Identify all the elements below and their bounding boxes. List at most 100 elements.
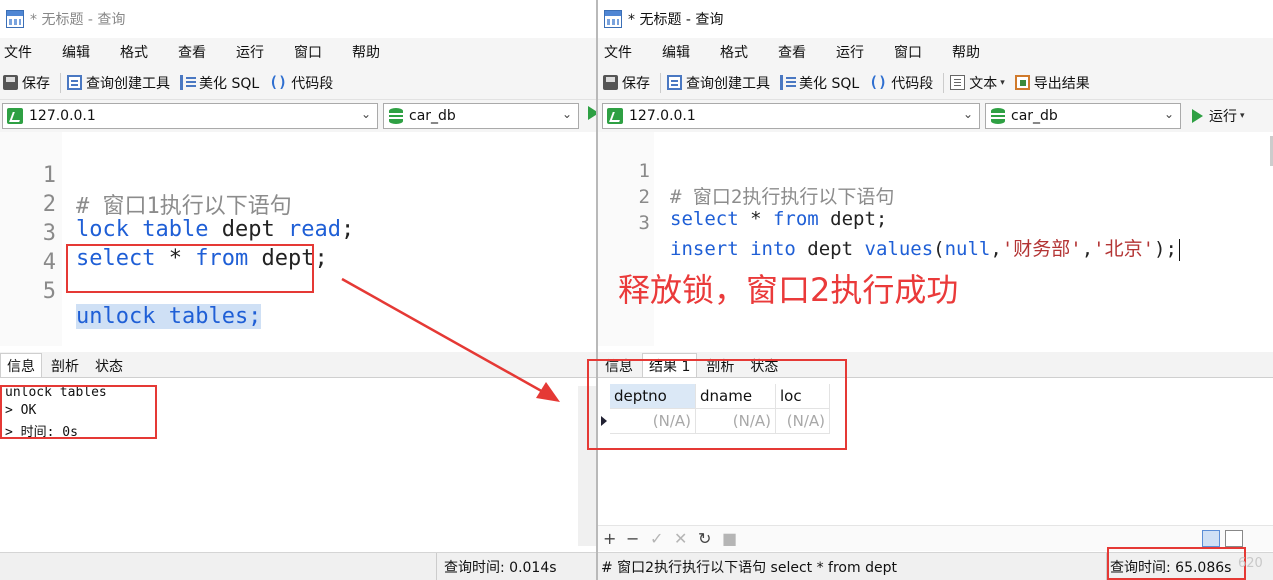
menu-format[interactable]: 格式 bbox=[116, 42, 148, 62]
database-value: car_db bbox=[409, 108, 456, 124]
tab-info[interactable]: 信息 bbox=[598, 353, 640, 377]
connection-value: 127.0.0.1 bbox=[629, 108, 696, 124]
tab-status[interactable]: 状态 bbox=[88, 353, 130, 377]
menu-run[interactable]: 运行 bbox=[232, 42, 264, 62]
table-icon bbox=[604, 10, 622, 28]
toolbar-separator bbox=[60, 72, 61, 93]
left-connection-bar: 127.0.0.1 ⌄ car_db ⌄ bbox=[0, 100, 596, 132]
run-button-partial[interactable] bbox=[588, 106, 596, 120]
text-cursor bbox=[1178, 238, 1180, 261]
menu-run[interactable]: 运行 bbox=[832, 42, 864, 62]
save-button[interactable]: 保存 bbox=[603, 73, 650, 93]
menu-view[interactable]: 查看 bbox=[774, 42, 806, 62]
query-builder-button[interactable]: 查询创建工具 bbox=[667, 73, 770, 93]
connection-icon bbox=[7, 108, 23, 124]
table-cell[interactable]: (N/A) bbox=[696, 409, 776, 434]
result-grid: deptno dname loc (N/A) (N/A) (N/A) bbox=[598, 384, 1273, 525]
export-results-button[interactable]: 导出结果 bbox=[1014, 73, 1090, 93]
code-snippet-icon: () bbox=[869, 73, 888, 91]
menu-window[interactable]: 窗口 bbox=[290, 42, 322, 62]
save-label: 保存 bbox=[622, 75, 650, 92]
text-mode-label: 文本 bbox=[969, 75, 998, 92]
tab-info[interactable]: 信息 bbox=[0, 353, 42, 377]
database-value: car_db bbox=[1011, 108, 1058, 124]
column-header-dname[interactable]: dname bbox=[696, 384, 776, 409]
column-header-deptno[interactable]: deptno bbox=[610, 384, 696, 409]
left-result-tabs: 信息 剖析 状态 bbox=[0, 352, 596, 378]
menu-file[interactable]: 文件 bbox=[600, 42, 632, 62]
right-sql-editor[interactable]: 1 # 窗口2执行执行以下语句 2 select * from dept; 3 … bbox=[598, 132, 1273, 346]
right-window-title: * 无标题 - 查询 bbox=[628, 12, 724, 28]
delete-record-button[interactable]: − bbox=[626, 529, 639, 548]
beautify-icon bbox=[180, 75, 196, 90]
right-titlebar: * 无标题 - 查询 bbox=[598, 0, 1273, 38]
left-message-area: unlock tables > OK > 时间: 0s bbox=[0, 378, 596, 552]
beautify-sql-button[interactable]: 美化 SQL bbox=[780, 73, 859, 93]
add-record-button[interactable]: + bbox=[603, 529, 616, 548]
code-line-1: 1 # 窗口1执行以下语句 bbox=[42, 163, 292, 219]
code-line-3: 3 select * from dept; bbox=[42, 221, 328, 271]
text-icon bbox=[950, 75, 966, 90]
left-query-time: 查询时间: 0.014s bbox=[444, 560, 557, 576]
current-row-marker-icon bbox=[601, 416, 607, 426]
code-snippet-button[interactable]: () 代码段 bbox=[269, 73, 333, 93]
menu-format[interactable]: 格式 bbox=[716, 42, 748, 62]
beautify-label: 美化 SQL bbox=[799, 75, 860, 92]
toolbar-separator bbox=[660, 72, 661, 93]
tab-profile[interactable]: 剖析 bbox=[44, 353, 86, 377]
database-select[interactable]: car_db ⌄ bbox=[985, 103, 1181, 129]
menu-view[interactable]: 查看 bbox=[174, 42, 206, 62]
code-line-3: 3 insert into dept values(null,'财务部','北京… bbox=[598, 190, 1273, 261]
grid-view-icon[interactable] bbox=[1202, 530, 1220, 547]
left-sql-editor[interactable]: 1 # 窗口1执行以下语句 2 lock table dept read; 3 … bbox=[0, 132, 596, 346]
right-menubar: 文件 编辑 格式 查看 运行 窗口 帮助 bbox=[598, 38, 1273, 66]
export-icon bbox=[1014, 75, 1030, 90]
left-toolbar: 保存 查询创建工具 美化 SQL () 代码段 bbox=[0, 66, 596, 100]
tab-status[interactable]: 状态 bbox=[743, 353, 785, 377]
connection-select[interactable]: 127.0.0.1 ⌄ bbox=[2, 103, 378, 129]
code-snippet-button[interactable]: () 代码段 bbox=[869, 73, 933, 93]
code-line-2: 2 lock table dept read; bbox=[42, 192, 355, 242]
right-connection-bar: 127.0.0.1 ⌄ car_db ⌄ 运行 ▾ bbox=[598, 100, 1273, 132]
vertical-scrollbar[interactable] bbox=[578, 386, 596, 546]
status-separator bbox=[436, 553, 437, 580]
database-icon bbox=[389, 108, 403, 124]
chevron-down-icon: ⌄ bbox=[360, 107, 371, 121]
menu-help[interactable]: 帮助 bbox=[948, 42, 980, 62]
connection-value: 127.0.0.1 bbox=[29, 108, 96, 124]
query-builder-button[interactable]: 查询创建工具 bbox=[67, 73, 170, 93]
tab-profile[interactable]: 剖析 bbox=[699, 353, 741, 377]
form-view-icon[interactable] bbox=[1225, 530, 1243, 547]
left-statusbar: 查询时间: 0.014s bbox=[0, 552, 596, 580]
left-menubar: 文件 编辑 格式 查看 运行 窗口 帮助 bbox=[0, 38, 596, 66]
database-select[interactable]: car_db ⌄ bbox=[383, 103, 579, 129]
menu-file[interactable]: 文件 bbox=[0, 42, 32, 62]
save-button[interactable]: 保存 bbox=[3, 73, 50, 93]
database-icon bbox=[991, 108, 1005, 124]
code-line-2: 2 select * from dept; bbox=[638, 186, 888, 230]
query-builder-label: 查询创建工具 bbox=[86, 75, 170, 92]
message-line: > OK bbox=[5, 403, 37, 418]
beautify-icon bbox=[780, 75, 796, 90]
table-cell[interactable]: (N/A) bbox=[610, 409, 696, 434]
text-mode-button[interactable]: 文本 ▾ bbox=[950, 73, 1005, 93]
connection-select[interactable]: 127.0.0.1 ⌄ bbox=[602, 103, 980, 129]
table-icon bbox=[6, 10, 24, 28]
tab-result-1[interactable]: 结果 1 bbox=[642, 353, 698, 377]
query-builder-icon bbox=[667, 75, 682, 90]
stop-button[interactable]: ■ bbox=[722, 529, 737, 548]
run-button[interactable]: 运行 ▾ bbox=[1192, 106, 1245, 126]
apply-changes-button[interactable]: ✓ bbox=[650, 529, 663, 548]
beautify-sql-button[interactable]: 美化 SQL bbox=[180, 73, 259, 93]
refresh-button[interactable]: ↻ bbox=[698, 529, 711, 548]
code-line-5: 5 unlock tables; bbox=[42, 279, 262, 329]
discard-changes-button[interactable]: ✕ bbox=[674, 529, 687, 548]
menu-edit[interactable]: 编辑 bbox=[658, 42, 690, 62]
menu-window[interactable]: 窗口 bbox=[890, 42, 922, 62]
menu-help[interactable]: 帮助 bbox=[348, 42, 380, 62]
toolbar-separator bbox=[943, 72, 945, 93]
menu-edit[interactable]: 编辑 bbox=[58, 42, 90, 62]
column-header-loc[interactable]: loc bbox=[776, 384, 830, 409]
save-icon bbox=[3, 75, 18, 90]
table-cell[interactable]: (N/A) bbox=[776, 409, 830, 434]
